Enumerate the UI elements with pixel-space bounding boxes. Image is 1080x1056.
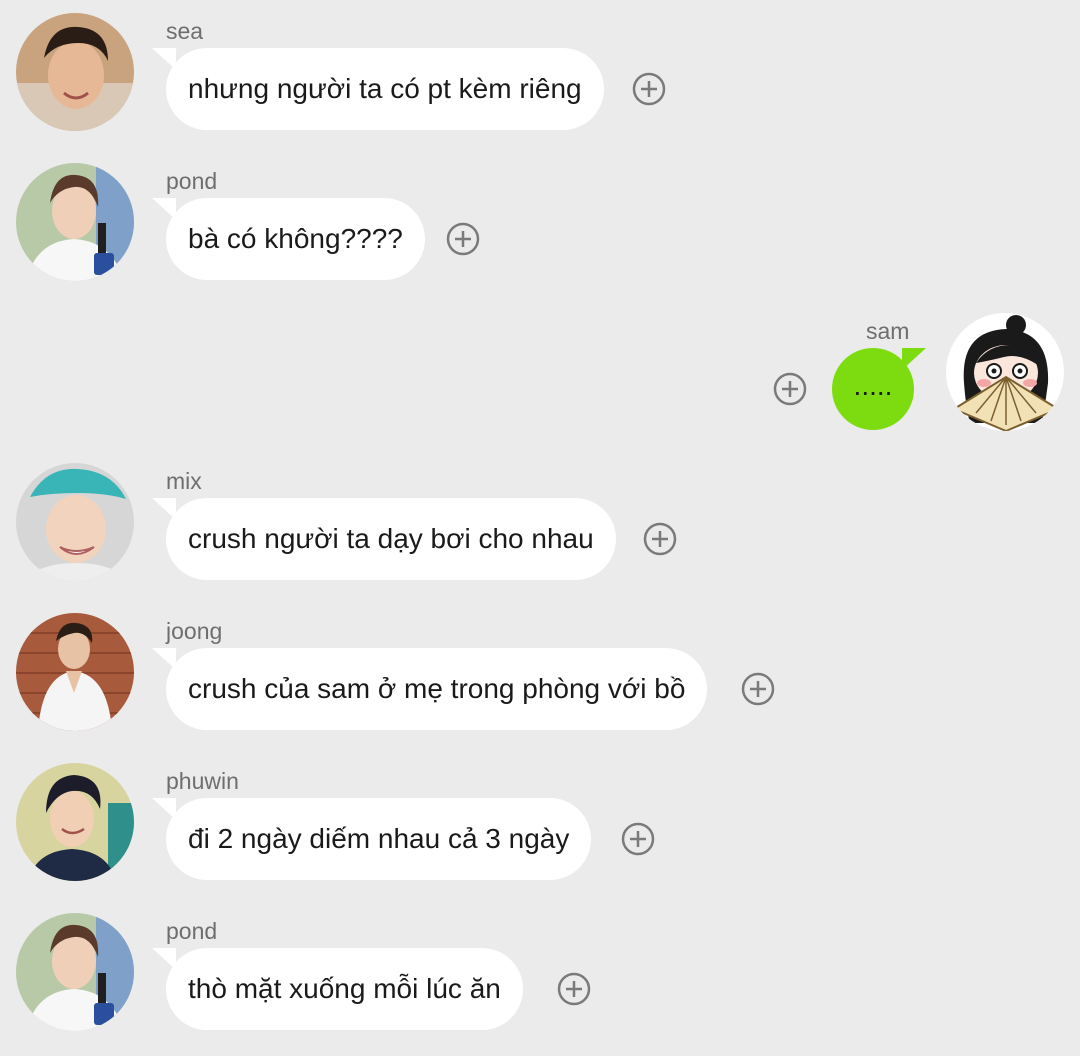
add-circle-icon[interactable]	[632, 72, 666, 106]
avatar-joong[interactable]	[16, 613, 134, 731]
message-bubble[interactable]: crush người ta dạy bơi cho nhau	[166, 498, 616, 580]
sender-name: sea	[166, 18, 204, 44]
bubble-tail	[902, 348, 926, 370]
message-bubble[interactable]: đi 2 ngày diếm nhau cả 3 ngày	[166, 798, 592, 880]
avatar-pond[interactable]	[16, 163, 134, 281]
add-circle-icon[interactable]	[741, 672, 775, 706]
message-bubble[interactable]: crush của sam ở mẹ trong phòng với bồ	[166, 648, 708, 730]
sender-name: sam	[866, 318, 910, 344]
avatar-sea[interactable]	[16, 13, 134, 131]
message-row: sam .....	[0, 300, 1080, 450]
add-circle-icon[interactable]	[773, 372, 807, 406]
add-circle-icon[interactable]	[643, 522, 677, 556]
add-circle-icon[interactable]	[446, 222, 480, 256]
avatar-mix[interactable]	[16, 463, 134, 581]
add-circle-icon[interactable]	[557, 972, 591, 1006]
message-bubble[interactable]: nhưng người ta có pt kèm riêng	[166, 48, 604, 130]
chat-thread: sea nhưng người ta có pt kèm riêng pond …	[0, 0, 1080, 1056]
avatar-pond[interactable]	[16, 913, 134, 1031]
message-bubble[interactable]: thò mặt xuống mỗi lúc ăn	[166, 948, 523, 1030]
message-row: joong crush của sam ở mẹ trong phòng với…	[0, 600, 1080, 750]
message-bubble[interactable]: bà có không????	[166, 198, 425, 280]
message-row: sea nhưng người ta có pt kèm riêng	[0, 0, 1080, 150]
message-row: pond thò mặt xuống mỗi lúc ăn	[0, 900, 1080, 1050]
avatar-phuwin[interactable]	[16, 763, 134, 881]
sender-name: pond	[166, 918, 218, 944]
message-row: phuwin đi 2 ngày diếm nhau cả 3 ngày	[0, 750, 1080, 900]
message-row: pond bà có không????	[0, 150, 1080, 300]
sender-name: joong	[166, 618, 223, 644]
message-row: mix crush người ta dạy bơi cho nhau	[0, 450, 1080, 600]
add-circle-icon[interactable]	[621, 822, 655, 856]
sender-name: phuwin	[166, 768, 239, 794]
sender-name: pond	[166, 168, 218, 194]
avatar-sam[interactable]	[946, 313, 1064, 431]
sender-name: mix	[166, 468, 202, 494]
